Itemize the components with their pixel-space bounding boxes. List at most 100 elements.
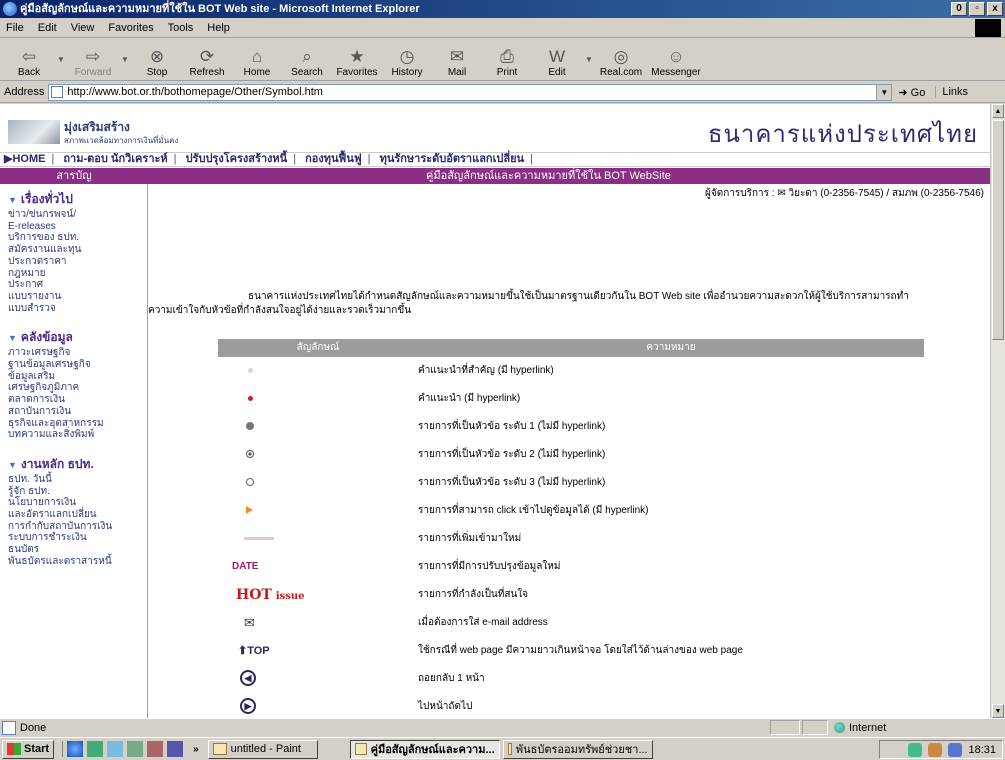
- maximize-button[interactable]: ▫: [969, 2, 985, 16]
- scroll-down-icon[interactable]: ▼: [992, 704, 1004, 718]
- address-input[interactable]: http://www.bot.or.th/bothomepage/Other/S…: [48, 83, 893, 101]
- clock[interactable]: 18:31: [968, 744, 996, 756]
- tray-icon[interactable]: [928, 742, 943, 757]
- sidebar-item-economic-database[interactable]: ฐานข้อมูลเศรษฐกิจ: [8, 359, 147, 371]
- ie-quicklaunch-icon[interactable]: [67, 741, 84, 757]
- forward-button[interactable]: ⇨ Forward: [68, 40, 118, 80]
- app2-quicklaunch-icon[interactable]: [147, 741, 164, 757]
- refresh-button[interactable]: ⟳ Refresh: [182, 40, 232, 80]
- sidebar-item-jobs[interactable]: สมัครงานและทุน: [8, 244, 147, 256]
- internet-explorer-icon: [3, 2, 17, 16]
- search-button[interactable]: ⌕ Search: [282, 40, 332, 80]
- sidebar-item-news[interactable]: ข่าว/ข่นกรพจน์/: [8, 209, 147, 221]
- sidebar-item-banknotes[interactable]: ธนบัตร: [8, 544, 147, 556]
- main-content: ผู้จัดการบริการ : ✉ วิยะดา (0-2356-7545)…: [148, 184, 990, 718]
- sidebar-item-payment-system[interactable]: ระบบการชำระเงิน: [8, 532, 147, 544]
- menu-edit[interactable]: Edit: [38, 22, 57, 34]
- more-chevron-icon[interactable]: »: [193, 744, 199, 755]
- legend-row: ✉ เมื่อต้องการใส่ e-mail address: [244, 615, 548, 630]
- menu-file[interactable]: File: [6, 22, 24, 34]
- sidebar-item-business-industry[interactable]: ธุรกิจและอุตสาหกรรม: [8, 418, 147, 430]
- start-button[interactable]: Start: [2, 739, 55, 759]
- sidebar-item-financial-institutions[interactable]: สถาบันการเงิน: [8, 406, 147, 418]
- app-quicklaunch-icon[interactable]: [127, 741, 144, 757]
- sidebar-item-bot-today[interactable]: ธปท. วันนี้: [8, 474, 147, 486]
- sidebar-item-financial-markets[interactable]: ตลาดการเงิน: [8, 394, 147, 406]
- nav-qa-analyst[interactable]: ถาม-ตอบ นักวิเคราะห์: [63, 153, 167, 165]
- app3-quicklaunch-icon[interactable]: [167, 741, 184, 757]
- hot-issue-icon: HOT issue: [236, 587, 305, 603]
- go-button[interactable]: ➜ Go: [898, 86, 925, 99]
- sidebar-item-regional-economy[interactable]: เศรษฐกิจภูมิภาค: [8, 382, 147, 394]
- home-button[interactable]: ⌂ Home: [232, 40, 282, 80]
- taskbar-item-ie-bonds[interactable]: พันธบัตรออมทรัพย์ช่วยชา...: [502, 739, 653, 759]
- menu-favorites[interactable]: Favorites: [108, 22, 153, 34]
- taskbar-item-paint[interactable]: untitled - Paint: [207, 739, 318, 759]
- links-button[interactable]: Links: [935, 86, 968, 98]
- service-contact[interactable]: ผู้จัดการบริการ : ✉ วิยะดา (0-2356-7545)…: [705, 186, 984, 201]
- minimize-button[interactable]: 0: [951, 2, 967, 16]
- nav-rehabilitation-fund[interactable]: กองทุนฟื้นฟู: [305, 153, 362, 165]
- sidebar-item-bonds[interactable]: พันธบัตรและตราสารหนี้: [8, 556, 147, 568]
- legend-row: DATE รายการที่มีการปรับปรุงข้อมูลใหม่: [232, 561, 561, 572]
- nav-home[interactable]: ▶HOME: [4, 153, 45, 165]
- internet-globe-icon: [834, 722, 845, 733]
- sidebar-item-announcement[interactable]: ประกาศ: [8, 279, 147, 291]
- menu-help[interactable]: Help: [207, 22, 230, 34]
- back-button[interactable]: ⇦ Back: [4, 40, 54, 80]
- taskbar-item-ie-symbols[interactable]: คู่มือสัญลักษณ์และความ...: [349, 739, 500, 759]
- mail-button[interactable]: ✉ Mail: [432, 40, 482, 80]
- legend-row: คำแนะนำที่สำคัญ (มี hyperlink): [218, 357, 924, 385]
- legend-col-meaning: ความหมาย: [646, 342, 696, 353]
- sidebar-item-supplementary[interactable]: ข้อมูลเสริม: [8, 371, 147, 383]
- red-bullet-icon: [248, 395, 253, 401]
- edit-dropdown-icon[interactable]: ▼: [582, 40, 596, 80]
- sidebar-item-economy[interactable]: ภาวะเศรษฐกิจ: [8, 347, 147, 359]
- section-header-bar: สารบัญ คู่มือสัญลักษณ์และความหมายที่ใช้ใ…: [0, 168, 990, 184]
- sidebar-item-e-releases[interactable]: E-releases: [8, 221, 147, 233]
- nav-exchange-equalization-fund[interactable]: ทุนรักษาระดับอัตราแลกเปลี่ยน: [380, 153, 524, 165]
- tray-icon[interactable]: [908, 742, 923, 757]
- sidebar-item-procurement[interactable]: ประกวดราคา: [8, 256, 147, 268]
- edit-button[interactable]: W Edit: [532, 40, 582, 80]
- menu-tools[interactable]: Tools: [168, 22, 194, 34]
- tray-icon[interactable]: [948, 742, 963, 757]
- sidebar: ▼ เรื่องทั่วไป ข่าว/ข่นกรพจน์/ E-releases…: [0, 184, 148, 718]
- nav-debt-restructuring[interactable]: ปรับปรุงโครงสร้างหนี้: [186, 153, 288, 165]
- stop-button[interactable]: ⊗ Stop: [132, 40, 182, 80]
- sidebar-item-articles[interactable]: บทความและสิ่งพิมพ์: [8, 429, 147, 441]
- sidebar-item-exchange-rate[interactable]: และอัตราแลกเปลี่ยน: [8, 509, 147, 521]
- legend-row: คำแนะนำ (มี hyperlink): [218, 385, 924, 413]
- favorites-button[interactable]: ★ Favorites: [332, 40, 382, 80]
- realcom-button[interactable]: ◎ Real.com: [596, 40, 646, 80]
- desktop-quicklaunch-icon[interactable]: [107, 741, 124, 757]
- bot-logo[interactable]: ธนาคารแห่งประเทศไทย: [708, 114, 978, 153]
- sidebar-item-surveys[interactable]: แบบสำรวจ: [8, 303, 147, 315]
- messenger-button[interactable]: ☺ Messenger: [646, 40, 706, 80]
- sidebar-item-report-forms[interactable]: แบบรายงาน: [8, 291, 147, 303]
- print-button[interactable]: ⎙ Print: [482, 40, 532, 80]
- sidebar-item-monetary-policy[interactable]: นโยบายการเงิน: [8, 497, 147, 509]
- history-button[interactable]: ◷ History: [382, 40, 432, 80]
- outlook-quicklaunch-icon[interactable]: [87, 741, 104, 757]
- sidebar-item-law[interactable]: กฎหมาย: [8, 268, 147, 280]
- scroll-thumb[interactable]: [992, 120, 1004, 340]
- print-icon: ⎙: [500, 47, 514, 66]
- close-button[interactable]: x: [987, 2, 1003, 16]
- sidebar-item-services[interactable]: บริการของ ธปท.: [8, 232, 147, 244]
- sidebar-item-supervision[interactable]: การกำกับสถาบันการเงิน: [8, 521, 147, 533]
- address-url: http://www.bot.or.th/bothomepage/Other/S…: [67, 86, 323, 98]
- bank-building-photo: [8, 120, 60, 144]
- address-dropdown-icon[interactable]: ▼: [876, 84, 892, 100]
- scroll-up-icon[interactable]: ▲: [992, 104, 1004, 118]
- vertical-scrollbar[interactable]: ▲ ▼: [990, 104, 1005, 718]
- menu-view[interactable]: View: [71, 22, 95, 34]
- legend-row: รายการที่เป็นหัวข้อ ระดับ 1 (ไม่มี hyper…: [218, 413, 924, 441]
- back-dropdown-icon[interactable]: ▼: [54, 40, 68, 80]
- triangle-icon: ▼: [8, 195, 17, 205]
- sidebar-heading-data: ▼ คลังข้อมูล: [8, 330, 73, 345]
- realcom-icon: ◎: [613, 47, 629, 66]
- forward-dropdown-icon[interactable]: ▼: [118, 40, 132, 80]
- sidebar-item-about-bot[interactable]: รู้จัก ธปท.: [8, 486, 147, 498]
- update-marker-icon: DATE: [232, 561, 259, 572]
